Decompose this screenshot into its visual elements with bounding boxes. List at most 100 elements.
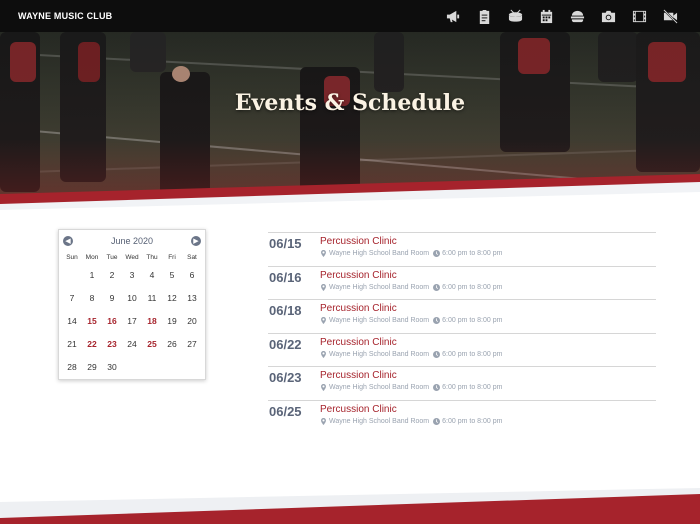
camera-icon[interactable] xyxy=(596,4,620,28)
clock-icon xyxy=(433,317,441,324)
calendar-day[interactable]: 12 xyxy=(162,287,182,310)
calendar-day[interactable]: 5 xyxy=(162,264,182,287)
calendar-day[interactable]: 8 xyxy=(82,287,102,310)
event-title-link[interactable]: Percussion Clinic xyxy=(320,404,502,415)
event-meta: Wayne High School Band Room 6:00 pm to 8:… xyxy=(320,384,502,391)
film-icon[interactable] xyxy=(627,4,651,28)
calendar-day[interactable]: 3 xyxy=(122,264,142,287)
clipboard-icon[interactable] xyxy=(472,4,496,28)
clock-icon xyxy=(433,417,441,425)
calendar-header: ◀ June 2020 ▶ xyxy=(59,230,205,252)
calendar-day[interactable]: 18 xyxy=(142,310,162,333)
drum-icon[interactable] xyxy=(503,4,527,28)
calendar-day[interactable]: 23 xyxy=(102,333,122,356)
calendar-day[interactable]: 1 xyxy=(82,264,102,287)
event-time: 6:00 pm to 8:00 pm xyxy=(442,317,503,324)
event-date: 06/22 xyxy=(269,336,302,352)
weekday-header: Sat xyxy=(187,254,197,261)
event-list: 06/15 Percussion Clinic Wayne High School … xyxy=(268,232,656,433)
calendar-day[interactable]: 6 xyxy=(182,264,202,287)
map-pin-icon xyxy=(320,350,327,358)
calendar-day[interactable]: 29 xyxy=(82,356,102,379)
calendar-day[interactable]: 27 xyxy=(182,333,202,356)
page-title: Events & Schedule xyxy=(234,90,466,116)
event-meta: Wayne High School Band Room 6:00 pm to 8:… xyxy=(320,283,503,291)
event-date: 06/25 xyxy=(269,403,302,419)
event-row: 06/22 Percussion Clinic Wayne High School … xyxy=(268,332,656,367)
event-time: 6:00 pm to 8:00 pm xyxy=(442,417,503,425)
event-row: 06/16 Percussion Clinic Wayne High School … xyxy=(268,265,656,300)
event-info: Percussion Clinic Wayne High School Band … xyxy=(320,270,502,291)
event-date: 06/15 xyxy=(269,236,302,251)
calendar-day[interactable]: 21 xyxy=(62,333,82,356)
event-location: Wayne High School Band Room xyxy=(329,283,430,291)
event-meta: Wayne High School Band Room 6:00 pm to 8:… xyxy=(320,417,503,425)
calendar-day[interactable]: 15 xyxy=(82,310,102,333)
event-meta: Wayne High School Band Room 6:00 pm to 8:… xyxy=(320,350,502,358)
calendar-day[interactable]: 2 xyxy=(102,264,122,287)
event-row: 06/23 Percussion Clinic Wayne High School … xyxy=(268,366,656,400)
event-row: 06/25 Percussion Clinic Wayne High School … xyxy=(268,399,656,434)
calendar-blank-cell xyxy=(62,264,82,287)
event-time: 6:00 pm to 8:00 pm xyxy=(442,384,503,391)
event-date: 06/16 xyxy=(269,269,302,285)
calendar-day[interactable]: 24 xyxy=(122,333,142,356)
event-location: Wayne High School Band Room xyxy=(329,250,430,257)
event-row: 06/18 Percussion Clinic Wayne High School … xyxy=(268,299,656,333)
event-title-link[interactable]: Percussion Clinic xyxy=(320,303,502,314)
map-pin-icon xyxy=(320,250,327,257)
event-title-link[interactable]: Percussion Clinic xyxy=(320,236,502,247)
next-month-icon[interactable]: ▶ xyxy=(190,236,201,246)
event-info: Percussion Clinic Wayne High School Band … xyxy=(320,303,502,324)
calendar-grid: Sun Mon Tue Wed Thu Fri Sat 1 2 3 4 5 6 7 8 9 10 11 12 13 14… xyxy=(59,252,205,379)
event-title-link[interactable]: Percussion Clinic xyxy=(320,270,502,281)
event-title-link[interactable]: Percussion Clinic xyxy=(320,370,502,381)
megaphone-icon[interactable] xyxy=(441,4,465,28)
calendar-day[interactable]: 25 xyxy=(142,333,162,356)
calendar-day[interactable]: 28 xyxy=(62,356,82,379)
calendar-day[interactable]: 26 xyxy=(162,333,182,356)
calendar-month-label: June 2020 xyxy=(110,236,154,246)
event-time: 6:00 pm to 8:00 pm xyxy=(442,250,503,257)
calendar-blank-cell xyxy=(122,356,142,379)
calendar-day[interactable]: 4 xyxy=(142,264,162,287)
calendar-day[interactable]: 7 xyxy=(62,287,82,310)
calendar-icon[interactable] xyxy=(534,4,558,28)
calendar-day[interactable]: 22 xyxy=(82,333,102,356)
calendar-blank-cell xyxy=(182,356,202,379)
map-pin-icon xyxy=(320,317,327,324)
calendar-day[interactable]: 17 xyxy=(122,310,142,333)
event-info: Percussion Clinic Wayne High School Band … xyxy=(320,337,502,358)
event-date: 06/23 xyxy=(269,370,302,385)
event-title-link[interactable]: Percussion Clinic xyxy=(320,337,502,348)
top-nav: WAYNE MUSIC CLUB xyxy=(0,0,700,32)
calendar-day[interactable]: 10 xyxy=(122,287,142,310)
event-time: 6:00 pm to 8:00 pm xyxy=(442,283,503,291)
calendar-blank-cell xyxy=(142,356,162,379)
weekday-header: Fri xyxy=(168,254,176,261)
video-off-icon[interactable] xyxy=(658,4,682,28)
site-brand[interactable]: WAYNE MUSIC CLUB xyxy=(18,11,112,21)
prev-month-icon[interactable]: ◀ xyxy=(63,236,73,246)
calendar-day[interactable]: 30 xyxy=(102,356,122,379)
clock-icon xyxy=(433,384,441,391)
event-info: Percussion Clinic Wayne High School Band … xyxy=(320,370,502,391)
map-pin-icon xyxy=(320,283,327,291)
calendar-day[interactable]: 16 xyxy=(102,310,122,333)
weekday-header: Thu xyxy=(146,254,158,261)
calendar-day[interactable]: 14 xyxy=(62,310,82,333)
calendar-day[interactable]: 13 xyxy=(182,287,202,310)
hamburger-icon[interactable] xyxy=(565,4,589,28)
calendar-day[interactable]: 19 xyxy=(162,310,182,333)
clock-icon xyxy=(433,250,441,257)
calendar-day[interactable]: 20 xyxy=(182,310,202,333)
footer-swoosh-divider xyxy=(0,480,700,524)
calendar-day[interactable]: 11 xyxy=(142,287,162,310)
weekday-header: Wed xyxy=(125,254,139,261)
event-location: Wayne High School Band Room xyxy=(329,384,430,391)
weekday-header: Mon xyxy=(85,254,99,261)
event-location: Wayne High School Band Room xyxy=(329,350,430,358)
calendar-blank-cell xyxy=(162,356,182,379)
map-pin-icon xyxy=(320,384,327,391)
calendar-day[interactable]: 9 xyxy=(102,287,122,310)
